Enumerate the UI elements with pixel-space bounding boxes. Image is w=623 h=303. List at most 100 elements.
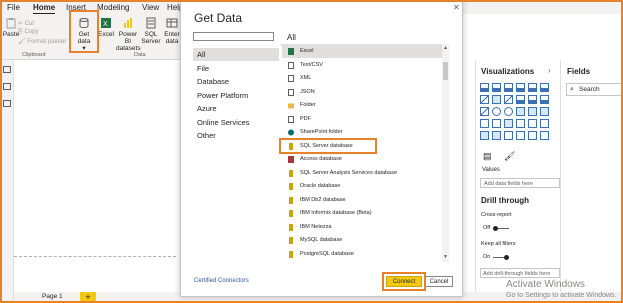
category-database[interactable]: Database — [193, 75, 279, 88]
tab-home[interactable]: Home — [33, 3, 56, 14]
cancel-button[interactable]: Cancel — [425, 276, 453, 287]
stacked-bar-icon[interactable] — [480, 83, 489, 92]
database-icon — [289, 183, 293, 190]
source-excel[interactable]: Excel — [282, 45, 442, 58]
folder-icon — [288, 103, 294, 109]
stacked-area-icon[interactable] — [504, 95, 513, 104]
more-visuals-icon[interactable] — [540, 131, 549, 140]
collapse-chevron-icon[interactable]: › — [548, 66, 551, 75]
area-chart-icon[interactable] — [492, 95, 501, 104]
100-column-icon[interactable] — [540, 83, 549, 92]
python-visual-icon[interactable] — [516, 131, 525, 140]
sql-server-button[interactable]: SQL Server — [140, 17, 162, 45]
data-view-icon[interactable] — [3, 83, 11, 90]
activate-windows-watermark: Activate Windows — [506, 279, 585, 290]
line-column-icon[interactable] — [516, 95, 525, 104]
line-chart-icon[interactable] — [480, 95, 489, 104]
scroll-up-icon[interactable]: ▲ — [443, 45, 448, 51]
source-mysql-database[interactable]: MySQL database — [282, 234, 442, 247]
source-access-database[interactable]: Access database — [282, 153, 442, 166]
source-ibm-informix-database[interactable]: IBM Informix database (Beta) — [282, 207, 442, 220]
page-tab[interactable]: Page 1 — [42, 293, 63, 300]
source-text-csv[interactable]: Text/CSV — [282, 59, 442, 72]
activate-windows-hint: Go to Settings to activate Windows. — [506, 292, 617, 299]
source-pdf[interactable]: PDF — [282, 113, 442, 126]
table-visual-icon[interactable] — [480, 131, 489, 140]
fields-search-input[interactable]: ⌕ Search — [566, 83, 623, 96]
filled-map-icon[interactable] — [540, 107, 549, 116]
close-icon[interactable]: ✕ — [453, 3, 460, 12]
values-drop-zone[interactable]: Add data fields here — [480, 178, 560, 188]
treemap-icon[interactable] — [516, 107, 525, 116]
source-label: IBM Informix database (Beta) — [300, 210, 372, 216]
dataset-icon — [124, 18, 132, 28]
fields-well-icon[interactable]: ▤ — [483, 151, 492, 162]
excel-label: Excel — [98, 31, 114, 38]
cut-button[interactable]: ✂ Cut — [18, 20, 34, 27]
clustered-column-icon[interactable] — [516, 83, 525, 92]
model-view-icon[interactable] — [3, 100, 11, 107]
keep-filters-toggle[interactable] — [493, 255, 511, 260]
report-view-icon[interactable] — [3, 66, 11, 73]
funnel-icon[interactable] — [480, 119, 489, 128]
source-json[interactable]: JSON — [282, 86, 442, 99]
cross-report-toggle[interactable] — [493, 226, 511, 231]
tab-modeling[interactable]: Modeling — [97, 3, 129, 12]
source-ssas-database[interactable]: SQL Server Analysis Services database — [282, 167, 442, 180]
scatter-icon[interactable] — [480, 107, 489, 116]
category-all[interactable]: All — [193, 48, 279, 61]
matrix-icon[interactable] — [492, 131, 501, 140]
r-visual-icon[interactable] — [504, 131, 513, 140]
clustered-bar-icon[interactable] — [504, 83, 513, 92]
view-switcher — [0, 60, 14, 303]
map-icon[interactable] — [528, 107, 537, 116]
source-label: JSON — [300, 88, 315, 95]
multi-row-card-icon[interactable] — [516, 119, 525, 128]
certified-connectors-link[interactable]: Certified Connectors — [194, 278, 249, 284]
source-postgresql-database[interactable]: PostgreSQL database — [282, 248, 442, 261]
connector-search-input[interactable] — [193, 32, 274, 41]
100-bar-icon[interactable] — [528, 83, 537, 92]
pie-chart-icon[interactable] — [492, 107, 501, 116]
category-azure[interactable]: Azure — [193, 102, 279, 115]
scroll-down-icon[interactable]: ▼ — [443, 254, 448, 260]
category-online-services[interactable]: Online Services — [193, 116, 279, 129]
slicer-icon[interactable] — [540, 119, 549, 128]
format-paint-icon[interactable]: 🖌 — [504, 151, 515, 162]
tab-file[interactable]: File — [7, 3, 20, 12]
format-painter-button[interactable]: 🖌 Format painter — [18, 38, 66, 45]
report-canvas[interactable] — [14, 60, 176, 292]
filters-pane-edge — [475, 60, 476, 292]
canvas-divider — [14, 256, 176, 257]
waterfall-icon[interactable] — [540, 95, 549, 104]
access-icon — [288, 156, 294, 163]
data-group-label: Data — [134, 52, 146, 58]
source-ibm-db2-database[interactable]: IBM Db2 database — [282, 194, 442, 207]
key-influencers-icon[interactable] — [528, 131, 537, 140]
card-icon[interactable] — [504, 119, 513, 128]
category-file[interactable]: File — [193, 62, 279, 75]
tab-view[interactable]: View — [142, 3, 159, 12]
source-xml[interactable]: XML — [282, 72, 442, 85]
source-label: IBM Db2 database — [300, 196, 346, 203]
donut-chart-icon[interactable] — [504, 107, 513, 116]
source-oracle-database[interactable]: Oracle database — [282, 180, 442, 193]
source-folder[interactable]: Folder — [282, 99, 442, 112]
power-bi-datasets-button[interactable]: Power BI datasets — [116, 17, 141, 52]
gauge-icon[interactable] — [492, 119, 501, 128]
visual-type-gallery — [480, 83, 560, 143]
category-other[interactable]: Other — [193, 129, 279, 142]
source-label: Oracle database — [300, 183, 341, 189]
connector-list-scrollbar[interactable]: ▲ ▼ — [442, 44, 449, 262]
stacked-column-icon[interactable] — [492, 83, 501, 92]
source-label: Folder — [300, 102, 316, 108]
drill-through-drop-zone[interactable]: Add drill-through fields here — [480, 268, 560, 278]
kpi-icon[interactable] — [528, 119, 537, 128]
source-ibm-netezza[interactable]: IBM Netezza — [282, 221, 442, 234]
add-page-button[interactable]: + — [80, 292, 96, 303]
category-power-platform[interactable]: Power Platform — [193, 89, 279, 102]
scrollbar-thumb[interactable] — [443, 62, 448, 80]
values-label: Values — [482, 167, 500, 173]
copy-button[interactable]: ⎘ Copy — [18, 29, 38, 36]
ribbon-chart-icon[interactable] — [528, 95, 537, 104]
